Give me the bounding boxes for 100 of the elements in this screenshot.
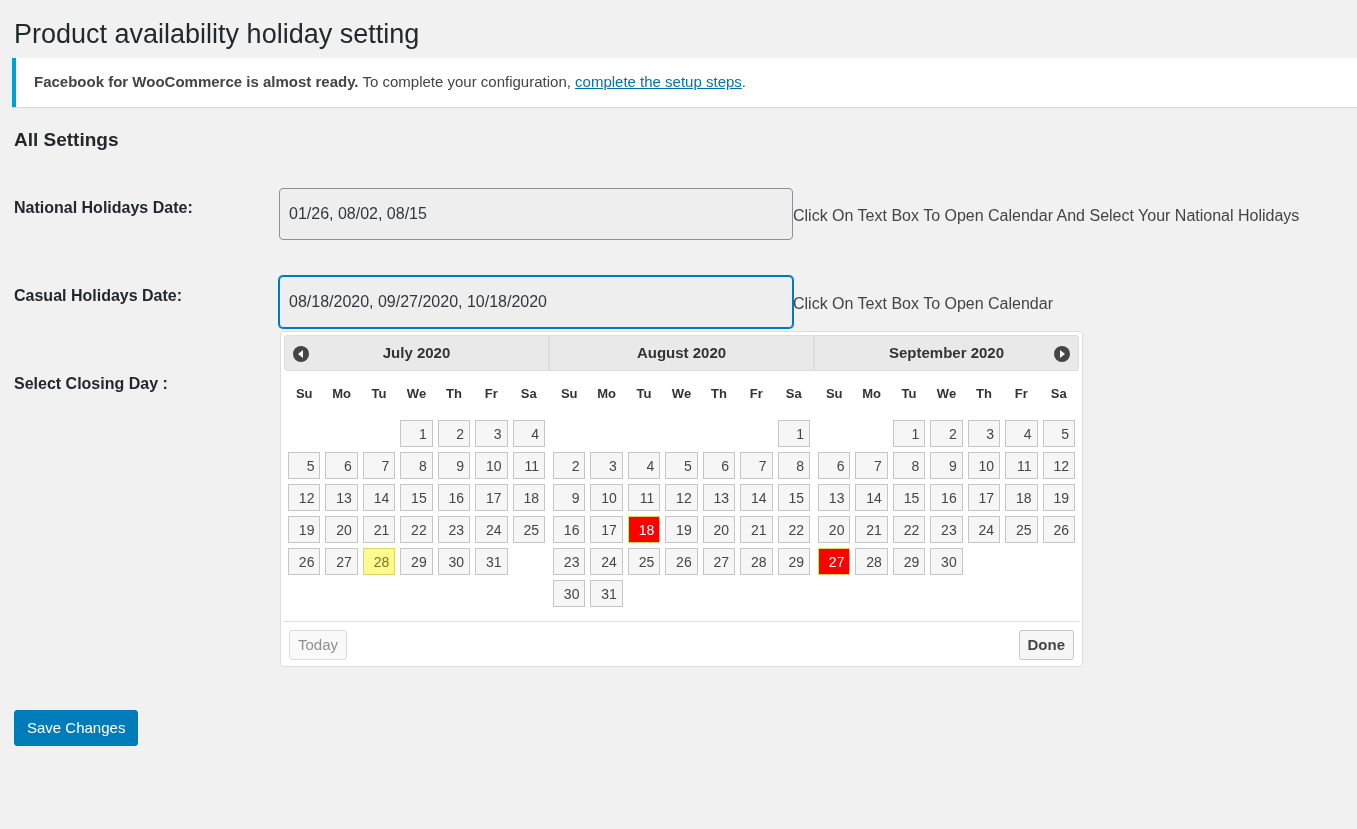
day-cell[interactable]: 30 bbox=[437, 547, 471, 575]
day-cell[interactable]: 15 bbox=[892, 483, 926, 511]
day-cell[interactable]: 12 bbox=[288, 483, 321, 511]
day-cell[interactable]: 30 bbox=[553, 579, 586, 607]
day-cell[interactable]: 1 bbox=[400, 419, 433, 447]
day-cell[interactable]: 10 bbox=[475, 451, 508, 479]
day-cell[interactable]: 31 bbox=[590, 579, 623, 607]
day-cell[interactable]: 19 bbox=[1042, 483, 1075, 511]
day-cell[interactable]: 26 bbox=[665, 547, 698, 575]
text-field[interactable]: 08/18/2020, 09/27/2020, 10/18/2020 bbox=[279, 275, 793, 328]
text-field[interactable]: 01/26, 08/02, 08/15 bbox=[279, 187, 793, 240]
day-cell[interactable]: 7 bbox=[740, 451, 773, 479]
day-cell[interactable]: 4 bbox=[1005, 419, 1038, 447]
done-button[interactable]: Done bbox=[1018, 629, 1074, 660]
day-cell[interactable]: 25 bbox=[512, 515, 545, 543]
day-cell[interactable]: 31 bbox=[475, 547, 508, 575]
day-cell[interactable]: 28 bbox=[855, 547, 888, 575]
day-cell[interactable]: 3 bbox=[475, 419, 508, 447]
day-cell[interactable]: 6 bbox=[325, 451, 358, 479]
day-cell[interactable]: 12 bbox=[665, 483, 698, 511]
day-cell[interactable]: 16 bbox=[437, 483, 471, 511]
day-cell[interactable]: 9 bbox=[930, 451, 963, 479]
day-cell[interactable]: 12 bbox=[1042, 451, 1075, 479]
day-cell[interactable]: 13 bbox=[818, 483, 851, 511]
day-cell[interactable]: 25 bbox=[627, 547, 661, 575]
day-cell[interactable]: 2 bbox=[437, 419, 471, 447]
day-cell[interactable]: 21 bbox=[740, 515, 773, 543]
day-cell[interactable]: 11 bbox=[627, 483, 661, 511]
day-cell[interactable]: 20 bbox=[325, 515, 358, 543]
day-cell[interactable]: 3 bbox=[967, 419, 1001, 447]
day-cell[interactable]: 17 bbox=[590, 515, 623, 543]
day-cell[interactable]: 18 bbox=[1005, 483, 1038, 511]
day-cell[interactable]: 16 bbox=[930, 483, 963, 511]
day-cell[interactable]: 11 bbox=[512, 451, 545, 479]
day-cell[interactable]: 1 bbox=[892, 419, 926, 447]
day-cell[interactable]: 11 bbox=[1005, 451, 1038, 479]
day-cell[interactable]: 20 bbox=[702, 515, 736, 543]
day-cell[interactable]: 15 bbox=[777, 483, 810, 511]
day-cell[interactable]: 4 bbox=[512, 419, 545, 447]
day-cell[interactable]: 24 bbox=[475, 515, 508, 543]
day-cell[interactable]: 27 bbox=[702, 547, 736, 575]
day-cell[interactable]: 7 bbox=[855, 451, 888, 479]
day-cell[interactable]: 9 bbox=[437, 451, 471, 479]
day-cell[interactable]: 28 bbox=[740, 547, 773, 575]
day-cell[interactable]: 23 bbox=[930, 515, 963, 543]
day-cell[interactable]: 22 bbox=[777, 515, 810, 543]
day-cell[interactable]: 30 bbox=[930, 547, 963, 575]
day-cell[interactable]: 18 bbox=[512, 483, 545, 511]
day-cell[interactable]: 28 bbox=[362, 547, 396, 575]
day-cell[interactable]: 24 bbox=[967, 515, 1001, 543]
day-cell[interactable]: 9 bbox=[553, 483, 586, 511]
day-cell[interactable]: 29 bbox=[400, 547, 433, 575]
day-cell[interactable]: 8 bbox=[777, 451, 810, 479]
save-button[interactable]: Save Changes bbox=[14, 709, 139, 747]
day-cell[interactable]: 2 bbox=[553, 451, 586, 479]
setup-link[interactable]: complete the setup steps bbox=[575, 73, 742, 91]
day-cell[interactable]: 20 bbox=[818, 515, 851, 543]
day-cell[interactable]: 13 bbox=[325, 483, 358, 511]
day-cell[interactable]: 7 bbox=[362, 451, 396, 479]
day-cell[interactable]: 24 bbox=[590, 547, 623, 575]
day-cell[interactable]: 14 bbox=[855, 483, 888, 511]
weekday-label: We bbox=[405, 385, 428, 403]
day-cell[interactable]: 2 bbox=[930, 419, 963, 447]
day-cell[interactable]: 14 bbox=[740, 483, 773, 511]
day-cell[interactable]: 8 bbox=[892, 451, 926, 479]
day-cell[interactable]: 22 bbox=[400, 515, 433, 543]
day-cell[interactable]: 19 bbox=[288, 515, 321, 543]
day-cell[interactable]: 29 bbox=[892, 547, 926, 575]
day-cell[interactable]: 27 bbox=[818, 547, 851, 575]
day-cell[interactable]: 15 bbox=[400, 483, 433, 511]
day-cell[interactable]: 26 bbox=[1042, 515, 1075, 543]
previous-icon[interactable] bbox=[293, 346, 309, 362]
day-cell[interactable]: 10 bbox=[590, 483, 623, 511]
day-cell[interactable]: 18 bbox=[627, 515, 661, 543]
day-cell[interactable]: 17 bbox=[475, 483, 508, 511]
day-cell[interactable]: 14 bbox=[362, 483, 396, 511]
day-cell[interactable]: 5 bbox=[665, 451, 698, 479]
day-cell[interactable]: 6 bbox=[818, 451, 851, 479]
day-cell[interactable]: 6 bbox=[702, 451, 736, 479]
day-cell[interactable]: 5 bbox=[288, 451, 321, 479]
day-cell[interactable]: 26 bbox=[288, 547, 321, 575]
day-cell[interactable]: 29 bbox=[777, 547, 810, 575]
day-cell[interactable]: 17 bbox=[967, 483, 1001, 511]
day-cell[interactable]: 4 bbox=[627, 451, 661, 479]
day-cell[interactable]: 3 bbox=[590, 451, 623, 479]
day-cell[interactable]: 23 bbox=[437, 515, 471, 543]
next-icon[interactable] bbox=[1054, 346, 1070, 362]
day-cell[interactable]: 25 bbox=[1005, 515, 1038, 543]
day-cell[interactable]: 1 bbox=[777, 419, 810, 447]
day-cell[interactable]: 27 bbox=[325, 547, 358, 575]
day-cell[interactable]: 5 bbox=[1042, 419, 1075, 447]
day-cell[interactable]: 23 bbox=[553, 547, 586, 575]
day-cell[interactable]: 19 bbox=[665, 515, 698, 543]
day-cell[interactable]: 16 bbox=[553, 515, 586, 543]
day-cell[interactable]: 21 bbox=[362, 515, 396, 543]
day-cell[interactable]: 22 bbox=[892, 515, 926, 543]
day-cell[interactable]: 8 bbox=[400, 451, 433, 479]
day-cell[interactable]: 13 bbox=[702, 483, 736, 511]
day-cell[interactable]: 21 bbox=[855, 515, 888, 543]
day-cell[interactable]: 10 bbox=[967, 451, 1001, 479]
